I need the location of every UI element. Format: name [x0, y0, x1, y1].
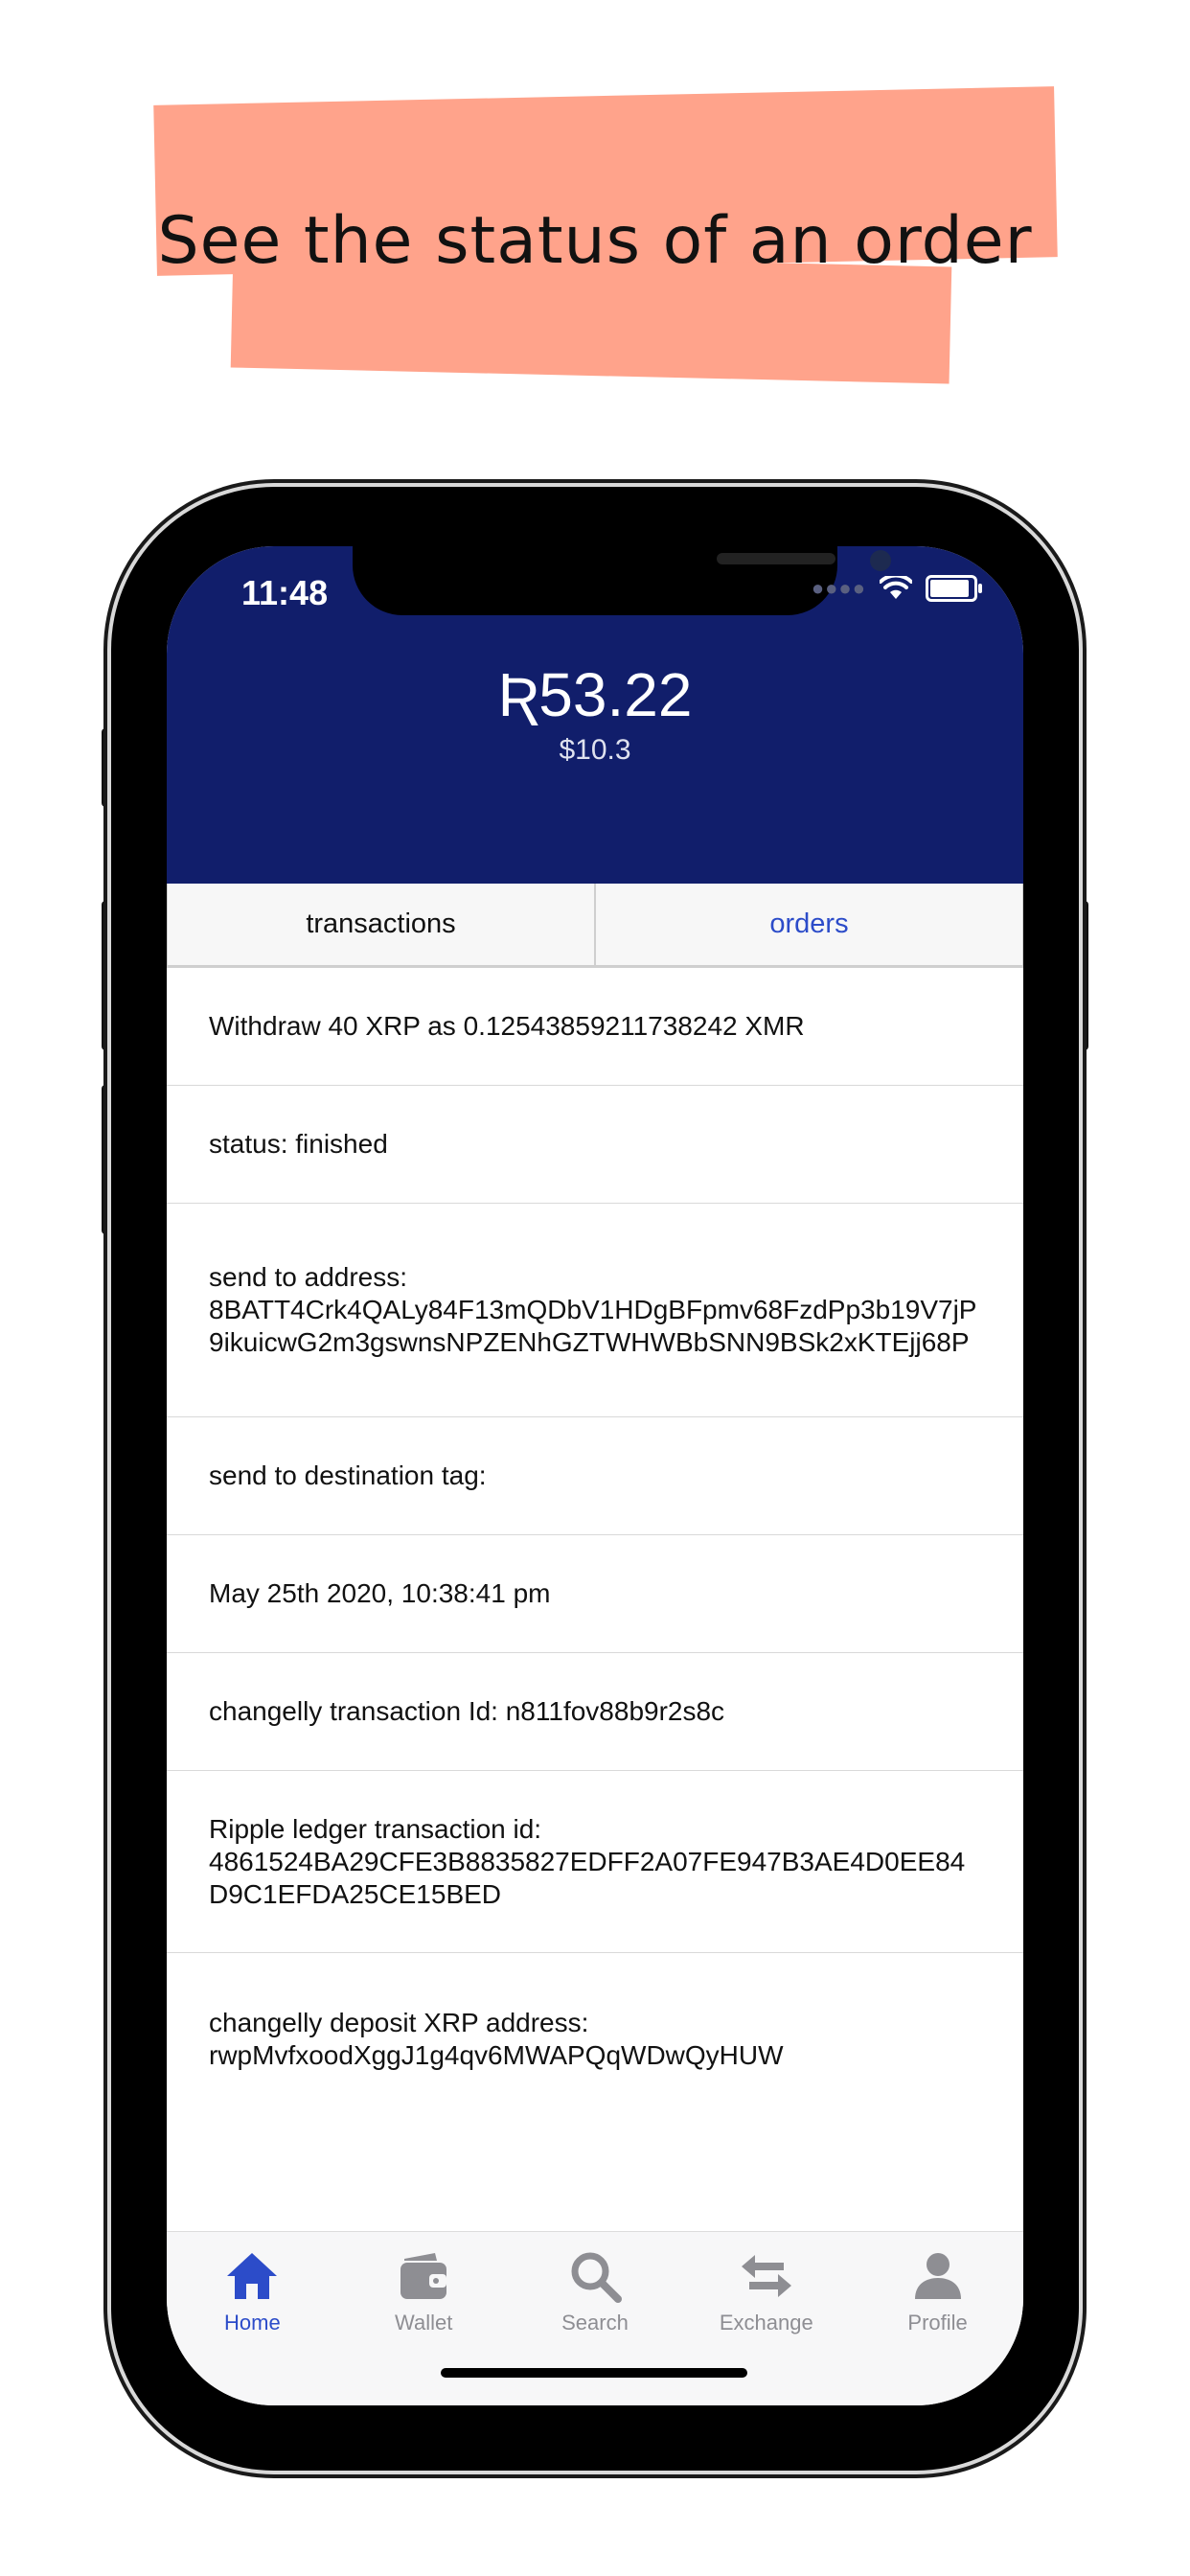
phone-power-button — [1079, 901, 1088, 1050]
destination-tag-row: send to destination tag: — [167, 1417, 1023, 1535]
tabbar-search[interactable]: Search — [510, 2245, 681, 2335]
tabbar-exchange[interactable]: Exchange — [680, 2245, 852, 2335]
status-time: 11:48 — [241, 573, 329, 612]
home-indicator[interactable] — [441, 2368, 747, 2378]
order-details: Withdraw 40 XRP as 0.12543859211738242 X… — [167, 968, 1023, 2135]
wifi-icon — [880, 576, 912, 599]
xrp-balance: Ʀ53.22 — [497, 660, 693, 729]
phone-screen: 11:48 ●●●● Ʀ53.22 $10.3 transactions ord… — [167, 546, 1023, 2405]
changelly-tx-id[interactable]: changelly transaction Id: n811fov88b9r2s… — [209, 1695, 981, 1728]
ripple-tx-id[interactable]: 4861524BA29CFE3B8835827EDFF2A07FE947B3AE… — [209, 1846, 981, 1911]
bottom-tab-bar: Home Wallet Search Exchange Profile — [167, 2231, 1023, 2405]
segmented-tabs: transactions orders — [167, 884, 1023, 968]
battery-icon — [926, 575, 982, 602]
fiat-balance: $10.3 — [559, 734, 631, 766]
ripple-tx-row: Ripple ledger transaction id: 4861524BA2… — [167, 1771, 1023, 1953]
phone-notch — [353, 546, 891, 615]
status-icons: ●●●● — [811, 575, 982, 602]
deposit-address-row: changelly deposit XRP address: rwpMvfxoo… — [167, 1953, 1023, 2135]
destination-tag-label: send to destination tag: — [209, 1460, 487, 1490]
phone-volume-down — [102, 1085, 111, 1234]
wallet-header: 11:48 ●●●● Ʀ53.22 $10.3 — [167, 546, 1023, 884]
tabbar-exchange-label: Exchange — [719, 2311, 813, 2334]
camera-icon — [870, 550, 891, 571]
tabbar-wallet-label: Wallet — [395, 2311, 453, 2334]
changelly-tx-row: changelly transaction Id: n811fov88b9r2s… — [167, 1653, 1023, 1771]
send-address-row: send to address: 8BATT4Crk4QALy84F13mQDb… — [167, 1204, 1023, 1417]
phone-mute-switch — [102, 728, 111, 807]
tabbar-wallet[interactable]: Wallet — [338, 2245, 510, 2335]
send-address-label: send to address: — [209, 1262, 408, 1292]
phone-volume-up — [102, 901, 111, 1050]
headline-banner: See the status of an order — [0, 0, 1190, 441]
order-date-row: May 25th 2020, 10:38:41 pm — [167, 1535, 1023, 1653]
order-status: status: finished — [209, 1129, 388, 1159]
tab-orders[interactable]: orders — [595, 884, 1023, 966]
tabbar-profile[interactable]: Profile — [852, 2245, 1023, 2335]
deposit-address[interactable]: rwpMvfxoodXggJ1g4qv6MWAPQqWDwQyHUW — [209, 2039, 981, 2072]
headline-text: See the status of an order — [157, 203, 1033, 279]
order-date: May 25th 2020, 10:38:41 pm — [209, 1578, 551, 1608]
profile-icon — [914, 2253, 961, 2299]
send-address[interactable]: 8BATT4Crk4QALy84F13mQDbV1HDgBFpmv68FzdPp… — [209, 1294, 981, 1359]
tabbar-search-label: Search — [561, 2311, 629, 2334]
deposit-address-label: changelly deposit XRP address: — [209, 2008, 589, 2037]
ripple-tx-label: Ripple ledger transaction id: — [209, 1813, 542, 1844]
speaker — [717, 553, 835, 564]
exchange-icon — [741, 2255, 791, 2297]
order-title-row: Withdraw 40 XRP as 0.12543859211738242 X… — [167, 968, 1023, 1086]
home-icon — [227, 2253, 278, 2299]
tabbar-home[interactable]: Home — [167, 2245, 338, 2335]
wallet-icon — [400, 2253, 447, 2299]
tabbar-home-label: Home — [224, 2311, 281, 2334]
order-status-row: status: finished — [167, 1086, 1023, 1204]
order-title: Withdraw 40 XRP as 0.12543859211738242 X… — [209, 1011, 805, 1041]
signal-icon: ●●●● — [811, 576, 866, 600]
tab-transactions[interactable]: transactions — [167, 884, 595, 966]
tabbar-profile-label: Profile — [907, 2311, 968, 2334]
search-icon — [571, 2252, 622, 2303]
